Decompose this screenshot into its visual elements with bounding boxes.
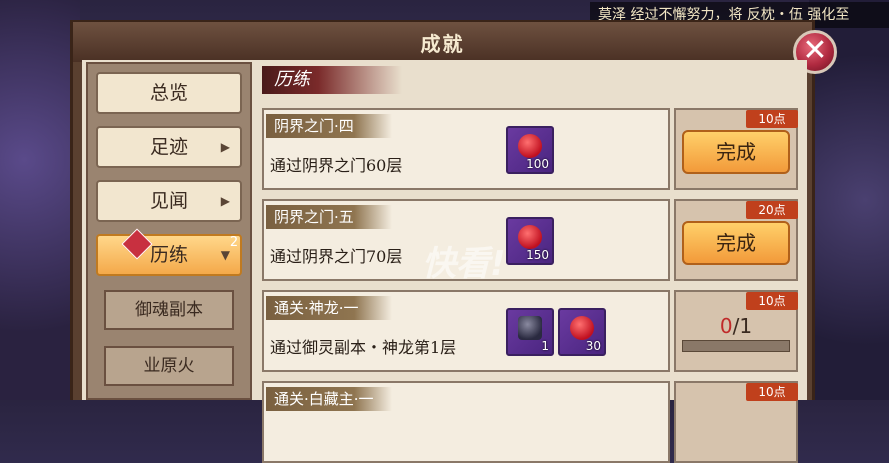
achievement-description: 通过御灵副本・神龙第1层 [270, 338, 457, 357]
nav-label: 历练 [149, 244, 188, 266]
nav-knowledge[interactable]: 见闻 ▶ [96, 180, 242, 222]
reward-item[interactable]: 100 [506, 126, 554, 174]
watermark: 快看! [422, 244, 506, 284]
reward-count: 1 [541, 339, 549, 353]
section-title: 历练 [274, 69, 310, 90]
progress-total: /1 [732, 314, 753, 338]
progress-bar [682, 340, 790, 352]
points-badge: 10点 [746, 383, 798, 401]
nav-footprints[interactable]: 足迹 ▶ [96, 126, 242, 168]
subnav-soul-dungeon[interactable]: 御魂副本 [104, 290, 234, 330]
chevron-right-icon: ▶ [220, 140, 230, 154]
reward-item[interactable]: 30 [558, 308, 606, 356]
complete-button[interactable]: 完成 [682, 130, 790, 174]
background-left [0, 0, 80, 400]
title-bar: 成就 [73, 22, 812, 62]
progress-text: 0/1 [674, 314, 798, 338]
red-orb-icon [570, 316, 594, 340]
nav-label: 总览 [149, 82, 188, 104]
reward-item[interactable]: 150 [506, 217, 554, 265]
reward-count: 30 [585, 339, 601, 353]
achievement-description: 通过阴界之门70层 [270, 247, 403, 266]
points-badge: 10点 [746, 292, 798, 310]
achievement-title: 阴界之门·五 [274, 208, 354, 226]
achievement-description: 通过阴界之门60层 [270, 156, 403, 175]
red-orb-icon [518, 225, 542, 249]
reward-count: 100 [526, 157, 549, 171]
nav-overview[interactable]: 总览 [96, 72, 242, 114]
nav-label: 足迹 [149, 136, 188, 158]
achievement-title: 通关·神龙·一 [274, 299, 359, 317]
nav-experience[interactable]: 历练 ▼ [96, 234, 242, 276]
dark-stone-icon [518, 316, 542, 340]
red-orb-icon [518, 134, 542, 158]
nav-label: 见闻 [149, 190, 188, 212]
chevron-right-icon: ▶ [220, 194, 230, 208]
points-badge: 20点 [746, 201, 798, 219]
subnav-karma-fire[interactable]: 业原火 [104, 346, 234, 386]
achievement-title: 阴界之门·四 [274, 117, 354, 135]
progress-current: 0 [719, 314, 733, 338]
window-title: 成就 [420, 32, 465, 56]
points-badge: 10点 [746, 110, 798, 128]
reward-count: 150 [526, 248, 549, 262]
achievement-title: 通关·白藏主·一 [274, 390, 374, 408]
complete-button[interactable]: 完成 [682, 221, 790, 265]
notification-badge-count: 2 [229, 235, 239, 250]
reward-item[interactable]: 1 [506, 308, 554, 356]
